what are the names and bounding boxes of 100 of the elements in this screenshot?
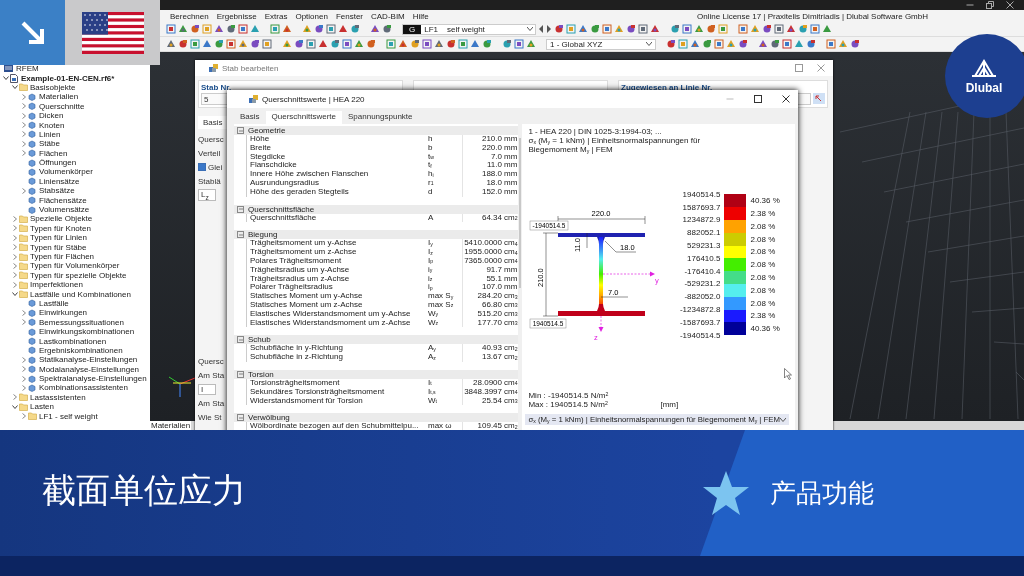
toolbar-icon[interactable]: [702, 39, 712, 49]
toolbar-icon[interactable]: [238, 39, 248, 49]
toolbar-icon[interactable]: [738, 24, 748, 34]
tab[interactable]: Querschnittswerte: [265, 111, 343, 124]
right-arrow-icon[interactable]: [546, 25, 552, 33]
collapse-toggle[interactable]: [237, 205, 244, 213]
tree-item[interactable]: Einwirkungskombinationen: [39, 327, 135, 337]
chevron-right-icon[interactable]: [21, 413, 27, 420]
tree-item[interactable]: Volumenkörper: [39, 167, 93, 177]
toolbar-icon[interactable]: [294, 39, 304, 49]
tree-item[interactable]: Kombinationsassistenten: [39, 383, 128, 393]
tree-item[interactable]: Flächen: [39, 148, 68, 158]
toolbar-icon[interactable]: [590, 24, 600, 34]
toolbar-icon[interactable]: [250, 24, 260, 34]
chevron-down-icon[interactable]: [12, 84, 18, 91]
restore-icon[interactable]: [986, 1, 994, 9]
toolbar-icon[interactable]: [682, 24, 692, 34]
tree-item[interactable]: Liniensätze: [39, 176, 80, 186]
toolbar-icon[interactable]: [554, 24, 564, 34]
tree-item[interactable]: Lasten: [30, 402, 55, 412]
toolbar-icon[interactable]: [214, 24, 224, 34]
tree-item[interactable]: Basisobjekte: [30, 82, 76, 92]
chevron-right-icon[interactable]: [12, 394, 18, 401]
toolbar-icon[interactable]: [578, 24, 588, 34]
collapse-toggle[interactable]: [237, 414, 244, 422]
chevron-right-icon[interactable]: [12, 281, 18, 288]
coordinate-system-select[interactable]: 1 - Global XYZ: [546, 38, 656, 50]
tree-item[interactable]: Spektralanalyse-Einstellungen: [39, 374, 147, 384]
toolbar-icon[interactable]: [178, 24, 188, 34]
tree-item[interactable]: Lastfälle und Kombinationen: [30, 289, 131, 299]
menu-item[interactable]: Fenster: [335, 11, 363, 21]
toolbar-icon[interactable]: [602, 24, 612, 34]
toolbar-icon[interactable]: [166, 24, 176, 34]
toolbar-icon[interactable]: [398, 39, 408, 49]
checkbox[interactable]: [198, 163, 206, 171]
toolbar-icon[interactable]: [822, 24, 832, 34]
toolbar-icon[interactable]: [514, 39, 524, 49]
chevron-right-icon[interactable]: [12, 244, 18, 251]
tree-item[interactable]: Lastassistenten: [30, 392, 86, 402]
toolbar-icon[interactable]: [714, 39, 724, 49]
scrollbar[interactable]: [518, 124, 523, 430]
toolbar-icon[interactable]: [838, 39, 848, 49]
toolbar-icon[interactable]: [458, 39, 468, 49]
toolbar-icon[interactable]: [350, 24, 360, 34]
chevron-right-icon[interactable]: [21, 93, 27, 100]
maximize-icon[interactable]: [754, 95, 762, 103]
toolbar-icon[interactable]: [470, 39, 480, 49]
tree-item[interactable]: Stabsätze: [39, 186, 75, 196]
toolbar-icon[interactable]: [738, 39, 748, 49]
menu-item[interactable]: CAD-BIM: [371, 11, 405, 21]
toolbar-icon[interactable]: [798, 24, 808, 34]
tree-item[interactable]: Typen für Stäbe: [30, 242, 87, 252]
tree-item[interactable]: Knoten: [39, 120, 65, 130]
chevron-right-icon[interactable]: [21, 384, 27, 391]
toolbar-icon[interactable]: [750, 24, 760, 34]
chevron-right-icon[interactable]: [21, 187, 27, 194]
toolbar-icon[interactable]: [782, 39, 792, 49]
toolbar-icon[interactable]: [526, 39, 536, 49]
chevron-right-icon[interactable]: [21, 356, 27, 363]
tree-item[interactable]: Linien: [39, 129, 61, 139]
pick-icon[interactable]: [813, 93, 825, 104]
toolbar-icon[interactable]: [314, 24, 324, 34]
tree-item[interactable]: Typen für Knoten: [30, 223, 91, 233]
tree-item[interactable]: Ergebniskombinationen: [39, 345, 123, 355]
tree-item[interactable]: Example-01-EN-CEN.rf6*: [21, 73, 115, 83]
tree-item[interactable]: Querschnitte: [39, 101, 85, 111]
toolbar-icon[interactable]: [482, 39, 492, 49]
toolbar-icon[interactable]: [326, 24, 336, 34]
toolbar-icon[interactable]: [330, 39, 340, 49]
chevron-down-icon[interactable]: [12, 291, 18, 298]
chevron-right-icon[interactable]: [21, 309, 27, 316]
tree-item[interactable]: Typen für Linien: [30, 233, 87, 243]
tree-item[interactable]: Typen für Flächen: [30, 252, 95, 261]
chevron-right-icon[interactable]: [21, 140, 27, 147]
toolbar-icon[interactable]: [422, 39, 432, 49]
chevron-right-icon[interactable]: [21, 112, 27, 119]
tab[interactable]: Basis: [198, 116, 228, 129]
close-icon[interactable]: [782, 95, 790, 103]
chevron-down-icon[interactable]: [3, 75, 9, 82]
toolbar-icon[interactable]: [770, 39, 780, 49]
toolbar-icon[interactable]: [342, 39, 352, 49]
toolbar-icon[interactable]: [226, 24, 236, 34]
toolbar-icon[interactable]: [774, 24, 784, 34]
toolbar-icon[interactable]: [786, 24, 796, 34]
chevron-right-icon[interactable]: [21, 366, 27, 373]
load-case-select[interactable]: G LF1 self weight: [402, 23, 536, 35]
toolbar-icon[interactable]: [166, 39, 176, 49]
menu-item[interactable]: Berechnen: [170, 11, 209, 21]
toolbar-icon[interactable]: [190, 39, 200, 49]
toolbar-icon[interactable]: [238, 24, 248, 34]
menu-item[interactable]: Hilfe: [412, 11, 429, 21]
tree-item[interactable]: Öffnungen: [39, 158, 77, 168]
toolbar-icon[interactable]: [226, 39, 236, 49]
toolbar-icon[interactable]: [366, 39, 376, 49]
tree-item[interactable]: Bemessungssituationen: [39, 317, 124, 327]
chevron-right-icon[interactable]: [21, 122, 27, 129]
toolbar-icon[interactable]: [706, 24, 716, 34]
toolbar-icon[interactable]: [614, 24, 624, 34]
chevron-right-icon[interactable]: [21, 375, 27, 382]
toolbar-icon[interactable]: [718, 24, 728, 34]
